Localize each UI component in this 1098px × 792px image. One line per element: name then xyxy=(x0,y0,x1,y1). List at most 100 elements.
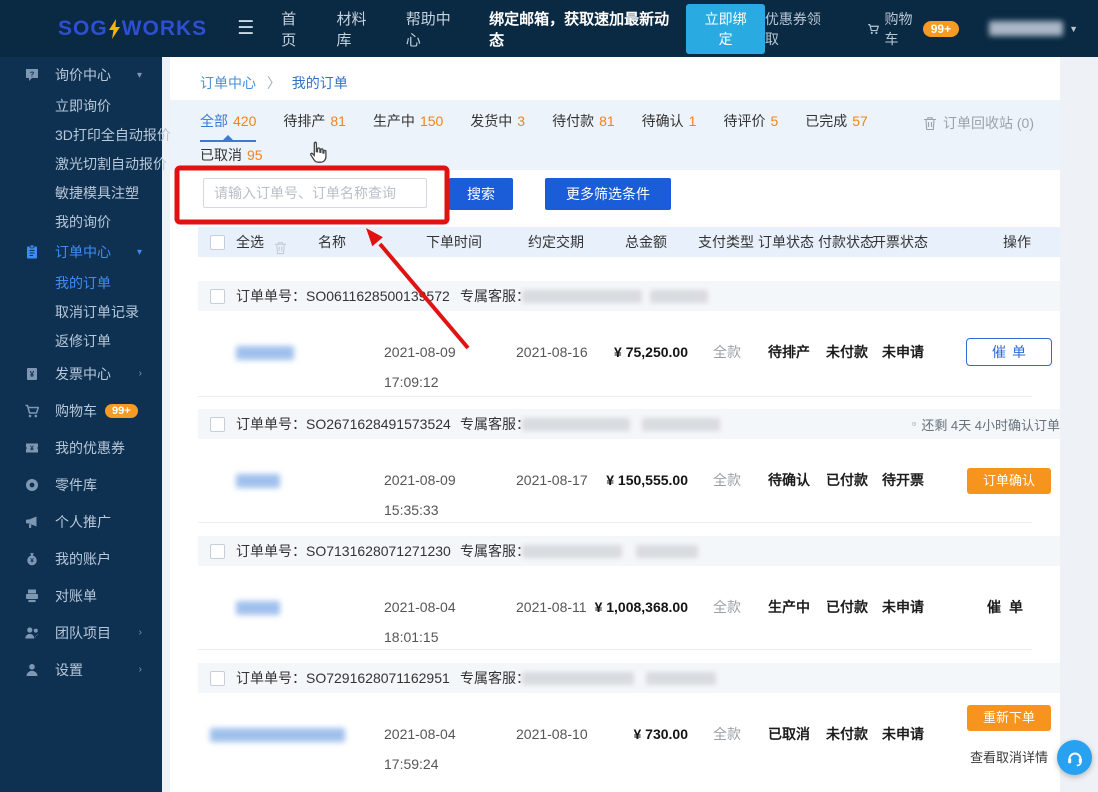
sidebar-item-inquiry-center[interactable]: ? 询价中心 ▾ xyxy=(0,59,162,91)
tab-shipping[interactable]: 发货中 3 xyxy=(470,111,525,142)
svg-text:¥: ¥ xyxy=(30,445,34,452)
top-navbar: SOG WORKS ☰ 首页 材料库 帮助中心 绑定邮箱，获取速加最新动态 立即… xyxy=(0,0,1098,57)
order-no: SO7291628071162951 xyxy=(306,670,450,686)
action-cell: 订单确认 xyxy=(954,465,1060,495)
redacted-cs-contact xyxy=(650,290,708,303)
order-name-cell[interactable] xyxy=(236,592,280,622)
reorder-button[interactable]: 重新下单 xyxy=(967,705,1051,731)
sidebar-item-invoice-center[interactable]: ¥ 发票中心 › xyxy=(0,355,162,392)
action-cell: 催单 xyxy=(954,337,1060,367)
select-all-label: 全选 xyxy=(236,234,264,250)
redacted-cs-name xyxy=(522,672,634,685)
customer-service-button[interactable] xyxy=(1057,740,1092,775)
breadcrumb-separator: 〉 xyxy=(266,75,281,91)
order-status-tabbar: 全部 420 待排产 81 生产中 150 发货中 3 待付款 81 待确认 1 待评价 5 … xyxy=(170,100,1060,170)
sidebar-item-personal-promotion[interactable]: 个人推广 xyxy=(0,503,162,540)
invoice-status-cell: 未申请 xyxy=(882,599,924,615)
cs-label: 专属客服： xyxy=(460,416,530,432)
order-checkbox[interactable] xyxy=(210,671,225,686)
cs-label: 专属客服： xyxy=(460,288,530,304)
lightning-bolt-icon xyxy=(108,18,120,39)
search-input[interactable] xyxy=(203,178,427,208)
sidebar-item-my-account[interactable]: ¥ 我的账户 xyxy=(0,540,162,577)
sidebar-item-inquiry-now[interactable]: 立即询价 xyxy=(0,91,162,120)
nav-link-home[interactable]: 首页 xyxy=(281,8,309,50)
cart-label: 购物车 xyxy=(884,10,913,47)
logo-text-right: WORKS xyxy=(121,16,208,40)
tab-pending-production[interactable]: 待排产 81 xyxy=(283,111,346,142)
redacted-cs-name xyxy=(522,418,630,431)
sidebar-item-my-coupons[interactable]: ¥ 我的优惠券 xyxy=(0,429,162,466)
sogaworks-logo[interactable]: SOG WORKS xyxy=(58,17,207,41)
bind-now-button[interactable]: 立即绑定 xyxy=(686,3,765,54)
order-status-cell: 待确认 xyxy=(768,472,810,488)
sidebar-item-my-inquiries[interactable]: 我的询价 xyxy=(0,207,162,236)
sidebar-item-cart[interactable]: 购物车 99+ xyxy=(0,392,162,429)
sidebar-item-parts-library[interactable]: 零件库 xyxy=(0,466,162,503)
invoice-status-cell: 未申请 xyxy=(882,726,924,742)
urge-order-button[interactable]: 催单 xyxy=(987,599,1031,615)
sidebar-item-repair-orders[interactable]: 返修订单 xyxy=(0,326,162,355)
tab-all[interactable]: 全部 420 xyxy=(200,111,257,142)
svg-text:¥: ¥ xyxy=(30,557,34,564)
order-group-header: 订单单号： SO0611628500139572 专属客服： xyxy=(198,281,1060,311)
sidebar-item-rapid-molding[interactable]: 敏捷模具注塑 xyxy=(0,178,162,207)
nav-link-help[interactable]: 帮助中心 xyxy=(406,8,462,50)
sidebar-item-statement[interactable]: 对账单 xyxy=(0,577,162,614)
tab-pending-payment[interactable]: 待付款 81 xyxy=(552,111,615,142)
redacted-order-name xyxy=(236,474,280,489)
action-cell: 催单 xyxy=(954,592,1060,622)
tab-completed[interactable]: 已完成 57 xyxy=(805,111,868,142)
order-name-cell[interactable] xyxy=(236,337,294,367)
order-time-cell: 2021-08-09 17:09:12 xyxy=(384,344,456,390)
navbar-cart-button[interactable]: 购物车 99+ xyxy=(867,9,960,49)
cs-label: 专属客服： xyxy=(460,543,530,559)
order-time-cell: 2021-08-04 17:59:24 xyxy=(384,726,456,772)
action-cell: 重新下单 xyxy=(954,705,1060,731)
select-all-checkbox[interactable] xyxy=(210,235,225,250)
confirm-order-button[interactable]: 订单确认 xyxy=(967,468,1051,494)
batch-delete-trash-icon[interactable] xyxy=(274,235,287,265)
view-cancel-details-link[interactable]: 查看取消详情 xyxy=(954,747,1060,767)
sidebar-item-cancelled-orders[interactable]: 取消订单记录 xyxy=(0,297,162,326)
tab-in-production[interactable]: 生产中 150 xyxy=(373,111,443,142)
sidebar-item-3d-print-quote[interactable]: 3D打印全自动报价 xyxy=(0,120,171,149)
amount-cell: ¥ 730.00 xyxy=(633,726,689,742)
order-time-cell: 2021-08-09 15:35:33 xyxy=(384,472,456,518)
order-name-cell[interactable] xyxy=(236,465,280,495)
sidebar-item-team-projects[interactable]: 团队项目 › xyxy=(0,614,162,651)
main-content-panel: 订单中心 〉 我的订单 全部 420 待排产 81 生产中 150 发货中 3 待付款 8… xyxy=(170,57,1060,792)
chevron-down-icon: ▾ xyxy=(136,69,142,81)
chevron-right-icon: › xyxy=(138,368,142,379)
order-checkbox[interactable] xyxy=(210,417,225,432)
chevron-down-icon: ▼ xyxy=(1069,23,1078,34)
urge-order-button[interactable]: 催单 xyxy=(966,338,1052,366)
order-status-cell: 待排产 xyxy=(768,344,810,360)
order-name-cell[interactable] xyxy=(210,719,345,749)
hamburger-menu-icon[interactable]: ☰ xyxy=(237,17,254,40)
sidebar-item-laser-cut-quote[interactable]: 激光切割自动报价 xyxy=(0,149,167,178)
person-icon xyxy=(26,663,38,676)
amount-cell: ¥ 75,250.00 xyxy=(614,344,688,360)
breadcrumb-my-orders[interactable]: 我的订单 xyxy=(292,75,348,91)
clock-icon xyxy=(912,422,917,426)
nav-link-materials[interactable]: 材料库 xyxy=(336,8,378,50)
sidebar-item-order-center[interactable]: 订单中心 ▾ xyxy=(0,236,162,268)
tab-pending-confirm[interactable]: 待确认 1 xyxy=(642,111,697,142)
order-checkbox[interactable] xyxy=(210,289,225,304)
user-account-menu[interactable]: ▼ xyxy=(989,21,1078,36)
order-checkbox[interactable] xyxy=(210,544,225,559)
sidebar-cart-badge: 99+ xyxy=(105,403,138,418)
tab-row-2: 已取消 95 xyxy=(200,145,263,165)
sidebar-item-my-orders[interactable]: 我的订单 xyxy=(0,268,162,297)
coupon-claim-link[interactable]: 优惠券领取 xyxy=(765,9,827,49)
confirm-countdown: 还剩 4天 4小时确认订单 xyxy=(912,409,1060,439)
tab-cancelled[interactable]: 已取消 95 xyxy=(200,145,263,165)
order-recycle-bin-link[interactable]: 订单回收站 (0) xyxy=(923,113,1034,133)
search-button[interactable]: 搜索 xyxy=(449,178,513,210)
more-filters-button[interactable]: 更多筛选条件 xyxy=(545,178,671,210)
invoice-status-cell: 未申请 xyxy=(882,344,924,360)
sidebar-item-settings[interactable]: 设置 › xyxy=(0,651,162,688)
breadcrumb-order-center[interactable]: 订单中心 xyxy=(200,75,256,91)
tab-pending-review[interactable]: 待评价 5 xyxy=(723,111,778,142)
